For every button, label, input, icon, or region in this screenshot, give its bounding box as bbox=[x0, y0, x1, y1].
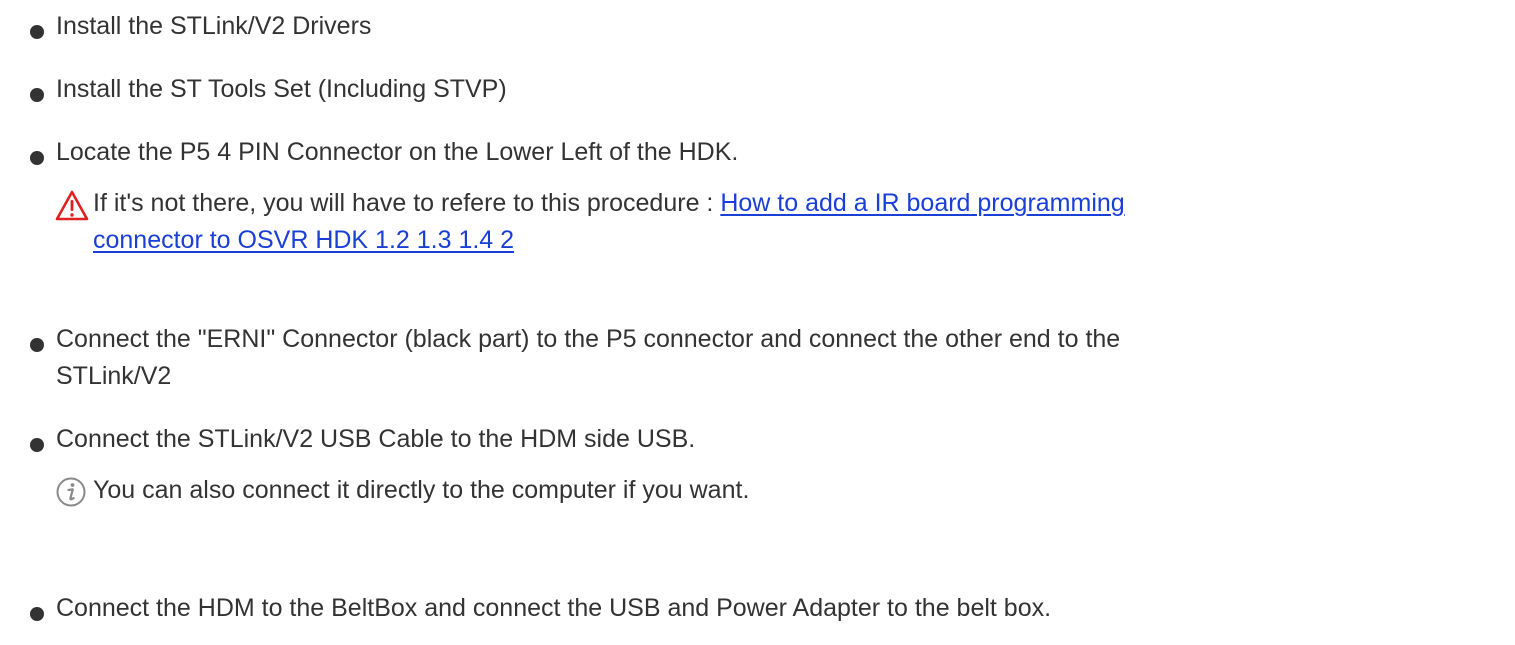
info-note-text: You can also connect it directly to the … bbox=[93, 476, 750, 504]
step-text: Locate the P5 4 PIN Connector on the Low… bbox=[56, 138, 739, 166]
warning-text: If it's not there, you will have to refe… bbox=[93, 189, 721, 217]
bullet bbox=[30, 25, 44, 39]
warning-note-text: If it's not there, you will have to refe… bbox=[93, 185, 1513, 259]
bullet bbox=[30, 438, 44, 452]
bullet bbox=[30, 338, 44, 352]
step-text-line2: STLink/V2 bbox=[56, 362, 172, 390]
step-text: Connect the HDM to the BeltBox and conne… bbox=[56, 594, 1052, 622]
step-text: Connect the STLink/V2 USB Cable to the H… bbox=[56, 425, 696, 453]
bullet bbox=[30, 607, 44, 621]
bullet bbox=[30, 151, 44, 165]
step-text: Connect the "ERNI" Connector (black part… bbox=[56, 325, 1121, 353]
bullet bbox=[30, 88, 44, 102]
step-text: Install the STLink/V2 Drivers bbox=[56, 12, 372, 40]
procedure-link-line2[interactable]: connector to OSVR HDK 1.2 1.3 1.4 2 bbox=[93, 226, 514, 254]
info-icon bbox=[55, 476, 87, 508]
warning-icon bbox=[55, 190, 89, 222]
procedure-link-line1[interactable]: How to add a IR board programming bbox=[720, 189, 1124, 217]
step-text: Install the ST Tools Set (Including STVP… bbox=[56, 75, 507, 103]
